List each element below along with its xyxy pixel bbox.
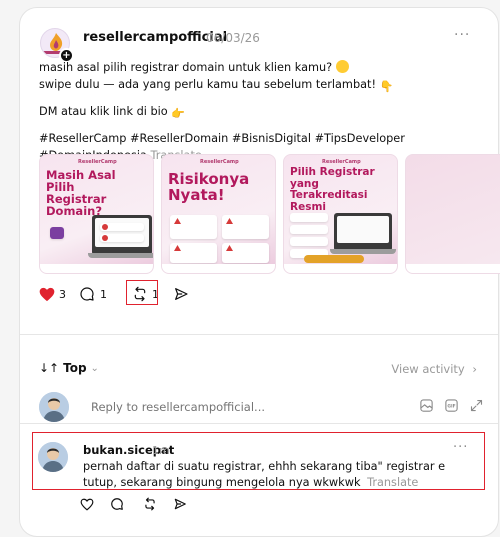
comment-time: 1m bbox=[152, 444, 170, 457]
slide-headline: Risikonya Nyata! bbox=[168, 170, 250, 204]
warning-icon bbox=[174, 245, 181, 251]
warning-icon bbox=[226, 245, 233, 251]
divider bbox=[20, 334, 498, 335]
comment-share-button[interactable] bbox=[167, 497, 193, 511]
caption-line-2: swipe dulu — ada yang perlu kamu tau seb… bbox=[39, 78, 376, 91]
caption-line-3: DM atau klik link di bio bbox=[39, 105, 168, 118]
sort-arrows-icon: ↓↑ bbox=[39, 361, 60, 375]
heart-icon bbox=[80, 498, 94, 510]
likes-count: 3 bbox=[59, 287, 66, 301]
slide-headline: Masih Asal Pilih Registrar Domain? bbox=[46, 168, 116, 218]
warning-icon bbox=[174, 218, 181, 224]
send-icon bbox=[174, 498, 186, 510]
author-avatar[interactable]: + bbox=[40, 28, 74, 63]
svg-text:GIF: GIF bbox=[447, 404, 455, 410]
view-activity-link[interactable]: View activity › bbox=[391, 362, 477, 376]
point-right-emoji-icon: 👉 bbox=[171, 107, 186, 120]
current-user-avatar bbox=[39, 392, 69, 422]
like-button[interactable]: 3 bbox=[39, 285, 66, 303]
comment-text: pernah daftar di suatu registrar, ehhh s… bbox=[83, 459, 478, 491]
heart-filled-icon bbox=[39, 287, 55, 301]
hashtags-line-1[interactable]: #ResellerCamp #ResellerDomain #BisnisDig… bbox=[39, 132, 405, 145]
reply-input[interactable] bbox=[91, 400, 391, 414]
comment-translate-link[interactable]: Translate bbox=[367, 476, 418, 489]
divider bbox=[20, 423, 498, 424]
gif-icon[interactable]: GIF bbox=[444, 398, 459, 413]
slide-headline: Pilih Registrar yang Terakreditasi Resmi bbox=[290, 166, 375, 213]
post-more-icon[interactable]: ··· bbox=[454, 27, 470, 43]
commenter-avatar[interactable] bbox=[38, 442, 68, 472]
comments-count: 1 bbox=[100, 287, 107, 301]
comment-like-button[interactable] bbox=[73, 497, 101, 511]
image-carousel[interactable]: ResellerCamp Masih Asal Pilih Registrar … bbox=[39, 154, 500, 274]
repost-icon bbox=[145, 497, 155, 511]
share-button[interactable] bbox=[173, 285, 189, 303]
carousel-slide-1[interactable]: ResellerCamp Masih Asal Pilih Registrar … bbox=[39, 154, 154, 274]
image-icon[interactable] bbox=[419, 398, 434, 413]
comment-icon bbox=[80, 287, 94, 301]
caption-line-1: masih asal pilih registrar domain untuk … bbox=[39, 61, 333, 74]
post-actions: 3 1 1 bbox=[39, 280, 239, 305]
slide-brand: ResellerCamp bbox=[78, 159, 117, 165]
comment-actions bbox=[73, 497, 193, 511]
slide-brand: ResellerCamp bbox=[322, 159, 361, 165]
reply-bar: GIF bbox=[39, 392, 487, 424]
chevron-down-icon: ⌄ bbox=[90, 362, 99, 374]
view-activity-label: View activity bbox=[391, 362, 465, 376]
laptop-illustration bbox=[334, 213, 392, 251]
carousel-slide-2[interactable]: ResellerCamp Risikonya Nyata! bbox=[161, 154, 276, 274]
grimace-emoji-icon bbox=[335, 60, 349, 73]
reply-attachments: GIF bbox=[419, 398, 484, 413]
comment-button[interactable]: 1 bbox=[79, 285, 107, 303]
send-icon bbox=[175, 288, 188, 300]
sort-label: Top bbox=[63, 361, 87, 375]
repost-highlight-box bbox=[126, 280, 158, 305]
comment-more-icon[interactable]: ··· bbox=[453, 440, 468, 455]
comment-icon bbox=[111, 498, 123, 510]
carousel-slide-4[interactable] bbox=[405, 154, 500, 274]
warning-icon bbox=[226, 218, 233, 224]
slide-brand: ResellerCamp bbox=[200, 159, 239, 165]
comment-reply-button[interactable] bbox=[101, 497, 133, 511]
post-date: 06/03/26 bbox=[206, 31, 260, 45]
expand-icon[interactable] bbox=[469, 398, 484, 413]
carousel-slide-3[interactable]: ResellerCamp Pilih Registrar yang Terakr… bbox=[283, 154, 398, 274]
point-down-emoji-icon: 👇 bbox=[379, 80, 394, 93]
chevron-right-icon: › bbox=[472, 362, 477, 376]
sort-dropdown[interactable]: ↓↑ Top ⌄ bbox=[39, 361, 99, 375]
comment-repost-button[interactable] bbox=[133, 497, 167, 511]
